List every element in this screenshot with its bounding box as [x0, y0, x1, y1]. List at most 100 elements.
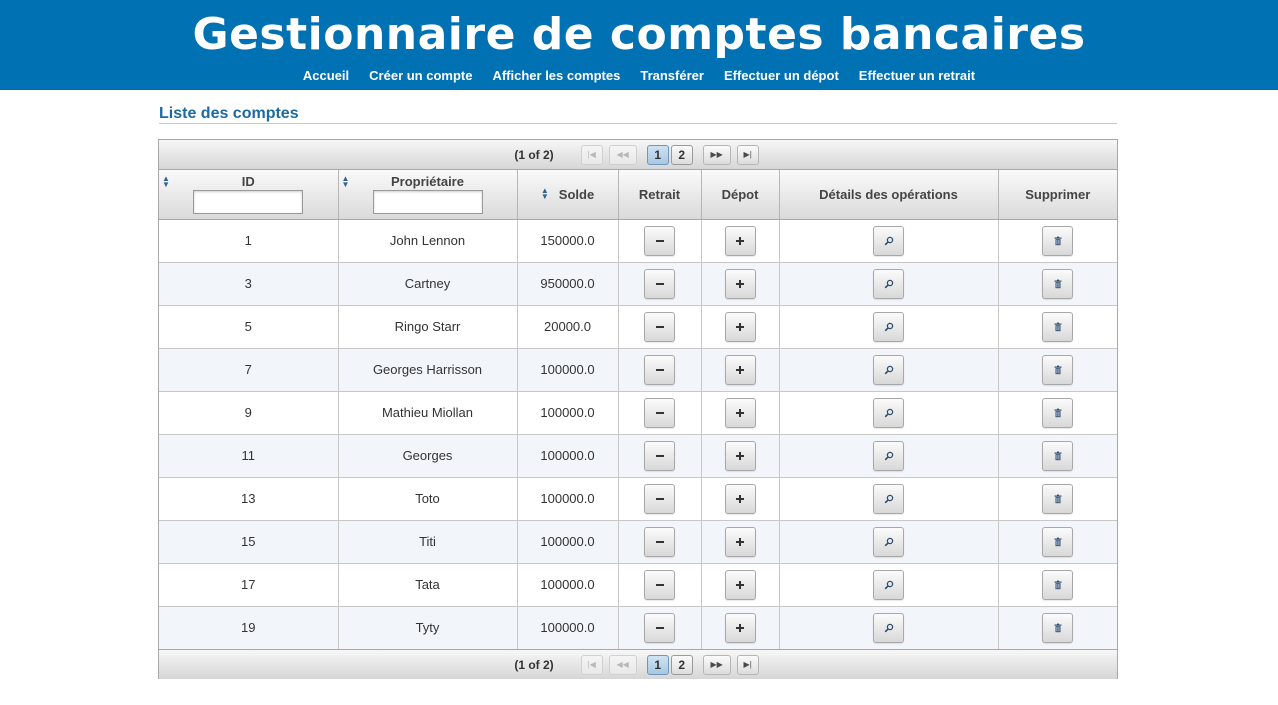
app-header: Gestionnaire de comptes bancaires Accuei…: [0, 0, 1278, 90]
deposit-button[interactable]: [724, 268, 756, 299]
cell-id: 7: [159, 348, 339, 392]
delete-button[interactable]: [1042, 397, 1074, 428]
cell-id: 3: [159, 262, 339, 306]
withdraw-button[interactable]: [644, 483, 675, 514]
trash-icon: [1053, 451, 1063, 461]
details-button[interactable]: [873, 569, 904, 600]
magnifier-icon: [884, 580, 894, 590]
table-row[interactable]: 19 Tyty 100000.0: [159, 606, 1117, 649]
details-button[interactable]: [873, 440, 904, 471]
id-filter-input[interactable]: [193, 190, 304, 215]
details-button[interactable]: [873, 483, 904, 514]
delete-button[interactable]: [1042, 225, 1074, 256]
deposit-button[interactable]: [724, 612, 756, 643]
deposit-button[interactable]: [724, 569, 756, 600]
delete-button[interactable]: [1042, 440, 1074, 471]
details-button[interactable]: [873, 225, 904, 256]
deposit-button[interactable]: [724, 311, 756, 342]
delete-button[interactable]: [1042, 526, 1074, 557]
owner-filter-input[interactable]: [372, 190, 483, 215]
cell-id: 5: [159, 305, 339, 349]
page-report: (1 of 2): [514, 657, 554, 672]
previous-page-icon[interactable]: ◀◀: [608, 654, 637, 675]
withdraw-button[interactable]: [644, 397, 675, 428]
delete-cell: [998, 477, 1117, 521]
withdraw-button[interactable]: [644, 311, 675, 342]
last-page-icon[interactable]: ▶|: [736, 144, 759, 165]
table-body: 1 John Lennon 150000.0 3 Cartney 950000.0 5 Rin…: [159, 219, 1117, 649]
table-row[interactable]: 17 Tata 100000.0: [159, 563, 1117, 607]
cell-owner: Ringo Starr: [338, 305, 518, 349]
table-row[interactable]: 13 Toto 100000.0: [159, 477, 1117, 521]
details-button[interactable]: [873, 526, 904, 557]
deposit-button[interactable]: [724, 354, 756, 385]
sort-icon[interactable]: ▲ ▼: [162, 175, 170, 189]
trash-icon: [1053, 408, 1063, 418]
column-header-balance[interactable]: ▲ ▼ Solde: [517, 170, 619, 220]
trash-icon: [1053, 236, 1063, 246]
column-header-id[interactable]: ▲ ▼ ID: [159, 170, 339, 220]
deposit-button[interactable]: [724, 483, 756, 514]
delete-button[interactable]: [1042, 311, 1074, 342]
plus-icon: [735, 236, 745, 246]
withdraw-button[interactable]: [644, 268, 675, 299]
first-page-icon[interactable]: |◀: [580, 654, 603, 675]
table-row[interactable]: 3 Cartney 950000.0: [159, 262, 1117, 306]
withdraw-button[interactable]: [644, 569, 675, 600]
section-divider: [159, 123, 1117, 124]
previous-page-icon[interactable]: ◀◀: [608, 144, 637, 165]
sort-icon[interactable]: ▲ ▼: [541, 187, 549, 201]
last-page-icon[interactable]: ▶|: [736, 654, 759, 675]
page-link-1[interactable]: 1: [646, 654, 669, 675]
next-page-icon[interactable]: ▶▶: [702, 654, 731, 675]
withdraw-button[interactable]: [644, 440, 675, 471]
delete-button[interactable]: [1042, 569, 1074, 600]
table-row[interactable]: 1 John Lennon 150000.0: [159, 219, 1117, 263]
menu-item-withdraw[interactable]: Effectuer un retrait: [859, 66, 975, 86]
cell-balance: 100000.0: [517, 477, 619, 521]
menu-item-home[interactable]: Accueil: [303, 66, 349, 86]
details-cell: [779, 477, 999, 521]
first-page-icon[interactable]: |◀: [580, 144, 603, 165]
paginator-top: (1 of 2) |◀ ◀◀ 1 2 ▶▶ ▶|: [159, 140, 1117, 170]
page-link-1[interactable]: 1: [646, 144, 669, 165]
menu-item-list-accounts[interactable]: Afficher les comptes: [492, 66, 620, 86]
cell-id: 13: [159, 477, 339, 521]
delete-button[interactable]: [1042, 268, 1074, 299]
details-cell: [779, 219, 999, 263]
deposit-button[interactable]: [724, 526, 756, 557]
table-row[interactable]: 5 Ringo Starr 20000.0: [159, 305, 1117, 349]
deposit-cell: [701, 520, 780, 564]
withdraw-button[interactable]: [644, 526, 675, 557]
withdraw-button[interactable]: [644, 354, 675, 385]
details-button[interactable]: [873, 268, 904, 299]
details-button[interactable]: [873, 354, 904, 385]
withdraw-button[interactable]: [644, 612, 675, 643]
table-row[interactable]: 9 Mathieu Miollan 100000.0: [159, 391, 1117, 435]
details-button[interactable]: [873, 397, 904, 428]
cell-balance: 100000.0: [517, 434, 619, 478]
menu-item-transfer[interactable]: Transférer: [640, 66, 704, 86]
menu-item-deposit[interactable]: Effectuer un dépot: [724, 66, 839, 86]
details-button[interactable]: [873, 311, 904, 342]
deposit-button[interactable]: [724, 397, 756, 428]
table-row[interactable]: 7 Georges Harrisson 100000.0: [159, 348, 1117, 392]
delete-button[interactable]: [1042, 612, 1074, 643]
details-button[interactable]: [873, 612, 904, 643]
page-link-2[interactable]: 2: [670, 654, 693, 675]
next-page-icon[interactable]: ▶▶: [702, 144, 731, 165]
deposit-cell: [701, 219, 780, 263]
column-header-owner[interactable]: ▲ ▼ Propriétaire: [338, 170, 518, 220]
sort-icon[interactable]: ▲ ▼: [342, 175, 350, 189]
delete-button[interactable]: [1042, 483, 1074, 514]
page-link-2[interactable]: 2: [670, 144, 693, 165]
magnifier-icon: [884, 236, 894, 246]
withdraw-button[interactable]: [644, 225, 675, 256]
delete-button[interactable]: [1042, 354, 1074, 385]
table-row[interactable]: 15 Titi 100000.0: [159, 520, 1117, 564]
table-row[interactable]: 11 Georges 100000.0: [159, 434, 1117, 478]
deposit-button[interactable]: [724, 440, 756, 471]
menu-item-create-account[interactable]: Créer un compte: [369, 66, 472, 86]
deposit-button[interactable]: [724, 225, 756, 256]
column-label-balance: Solde: [558, 186, 595, 202]
